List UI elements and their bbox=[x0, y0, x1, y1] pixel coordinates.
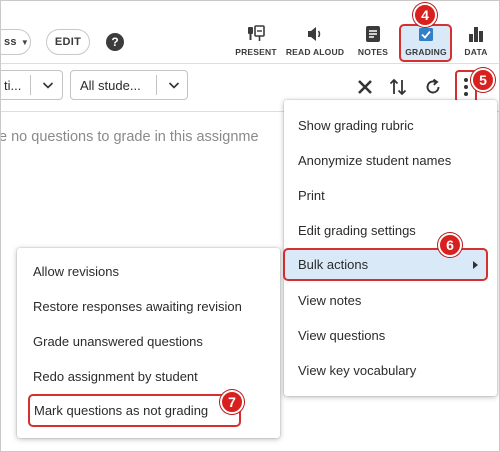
speaker-icon bbox=[306, 25, 324, 43]
submenu-item-restore-responses[interactable]: Restore responses awaiting revision bbox=[17, 291, 280, 321]
callout-badge: 7 bbox=[220, 390, 244, 414]
submenu-item-label: Grade unanswered questions bbox=[33, 333, 203, 349]
callout-badge: 5 bbox=[471, 68, 495, 92]
present-icon bbox=[247, 25, 265, 43]
menu-item-view-questions[interactable]: View questions bbox=[284, 320, 497, 350]
present-label: PRESENT bbox=[235, 47, 277, 57]
submenu-item-mark-not-grading[interactable]: Mark questions as not grading bbox=[28, 394, 241, 427]
submenu-item-allow-revisions[interactable]: Allow revisions bbox=[17, 256, 280, 286]
read-aloud-button[interactable]: READ ALOUD bbox=[284, 25, 346, 61]
present-button[interactable]: PRESENT bbox=[233, 25, 279, 61]
chevron-down-icon bbox=[42, 78, 54, 95]
menu-item-view-key-vocabulary[interactable]: View key vocabulary bbox=[284, 355, 497, 385]
grading-button[interactable]: GRADING bbox=[399, 25, 453, 61]
bar-chart-icon bbox=[467, 25, 485, 43]
read-aloud-label: READ ALOUD bbox=[285, 47, 345, 57]
menu-item-label: View questions bbox=[298, 327, 386, 343]
menu-item-label: View key vocabulary bbox=[298, 362, 417, 378]
notes-label: NOTES bbox=[357, 47, 389, 57]
select-divider bbox=[30, 75, 31, 95]
grading-label: GRADING bbox=[405, 47, 447, 57]
edit-button[interactable]: EDIT bbox=[46, 29, 90, 55]
class-selector-button[interactable]: ss ▼ bbox=[1, 29, 31, 55]
menu-item-edit-grading-settings[interactable]: Edit grading settings bbox=[284, 215, 497, 245]
submenu-item-label: Mark questions as not grading bbox=[34, 403, 209, 418]
submenu-arrow-icon bbox=[473, 261, 478, 269]
menu-item-label: View notes bbox=[298, 292, 362, 308]
grading-icon bbox=[418, 25, 434, 43]
help-symbol: ? bbox=[111, 35, 119, 49]
menu-item-anonymize-student-names[interactable]: Anonymize student names bbox=[284, 145, 497, 175]
class-selector-label: ss bbox=[4, 36, 17, 48]
kebab-icon-dot bbox=[464, 91, 468, 96]
menu-item-show-grading-rubric[interactable]: Show grading rubric bbox=[284, 110, 497, 140]
submenu-item-grade-unanswered[interactable]: Grade unanswered questions bbox=[17, 326, 280, 356]
help-icon[interactable]: ? bbox=[106, 33, 124, 51]
callout-badge: 4 bbox=[413, 3, 437, 27]
data-button[interactable]: DATA bbox=[459, 25, 493, 61]
submenu-item-label: Restore responses awaiting revision bbox=[33, 298, 242, 314]
notes-button[interactable]: NOTES bbox=[354, 25, 392, 61]
refresh-icon[interactable] bbox=[422, 76, 444, 98]
menu-item-label: Edit grading settings bbox=[298, 222, 416, 238]
empty-state-message: e no questions to grade in this assignme bbox=[0, 129, 259, 145]
data-label: DATA bbox=[464, 47, 488, 57]
sort-icon[interactable] bbox=[387, 76, 409, 98]
more-options-menu: Show grading rubric Anonymize student na… bbox=[283, 100, 497, 396]
menu-item-label: Anonymize student names bbox=[298, 152, 452, 168]
callout-badge: 6 bbox=[438, 233, 462, 257]
caret-down-icon: ▼ bbox=[20, 37, 30, 47]
submenu-item-label: Redo assignment by student bbox=[33, 368, 198, 384]
select-divider bbox=[156, 75, 157, 95]
menu-item-print[interactable]: Print bbox=[284, 180, 497, 210]
filter-select-one-value: ti... bbox=[4, 77, 22, 93]
student-filter-select[interactable]: All stude... bbox=[70, 70, 188, 100]
kebab-icon-dot bbox=[464, 84, 468, 89]
close-icon[interactable] bbox=[355, 76, 375, 98]
chevron-down-icon bbox=[168, 78, 180, 95]
menu-item-label: Print bbox=[298, 187, 325, 203]
menu-item-label: Show grading rubric bbox=[298, 117, 414, 133]
screenshot-frame: ss ▼ EDIT ? PRESENT READ ALOUD NOTES GRA… bbox=[0, 0, 500, 452]
submenu-item-redo-assignment[interactable]: Redo assignment by student bbox=[17, 361, 280, 391]
student-filter-value: All stude... bbox=[80, 77, 141, 93]
notes-icon bbox=[364, 25, 382, 43]
menu-item-view-notes[interactable]: View notes bbox=[284, 285, 497, 315]
menu-item-label: Bulk actions bbox=[298, 257, 369, 272]
filter-select-one[interactable]: ti... bbox=[1, 70, 63, 100]
submenu-item-label: Allow revisions bbox=[33, 263, 119, 279]
edit-label: EDIT bbox=[54, 36, 82, 48]
kebab-icon-dot bbox=[464, 77, 468, 82]
